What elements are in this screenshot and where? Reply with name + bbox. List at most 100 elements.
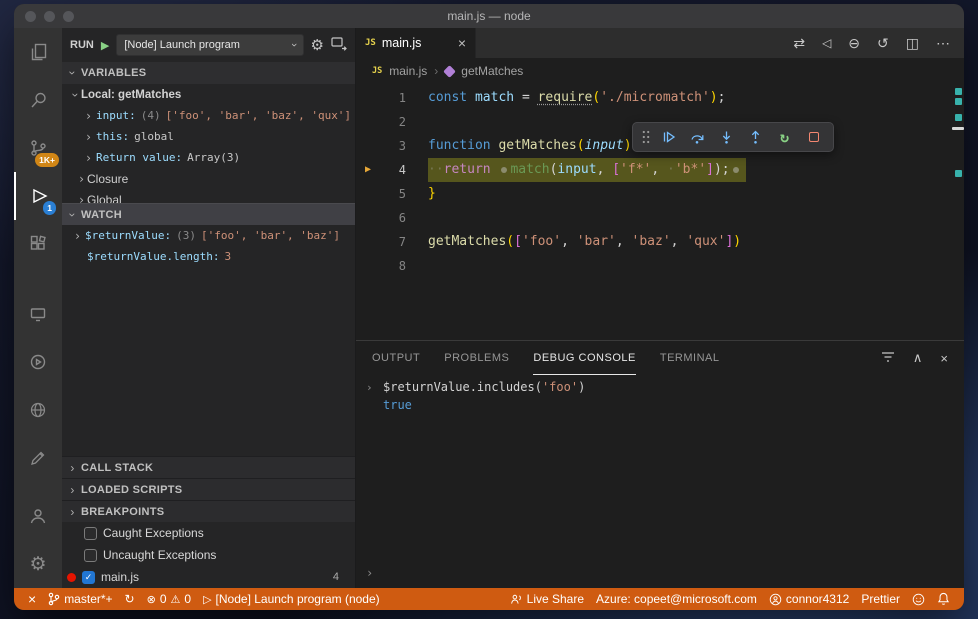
zoom-window-button[interactable] bbox=[63, 10, 74, 22]
minimize-window-button[interactable] bbox=[44, 10, 55, 22]
launch-config-select[interactable]: [Node] Launch program › bbox=[116, 34, 304, 56]
step-out-button[interactable] bbox=[741, 124, 770, 150]
close-tab-icon[interactable]: × bbox=[458, 36, 466, 50]
variable-row[interactable]: › Closure bbox=[62, 168, 355, 189]
gutter-glyph-margin[interactable]: ▶ bbox=[356, 158, 380, 182]
open-changes-icon[interactable]: ⇄ bbox=[793, 35, 805, 52]
code-line: 7 getMatches(['foo', 'bar', 'baz', 'qux'… bbox=[356, 230, 964, 254]
test-run-icon[interactable] bbox=[14, 338, 62, 386]
checkbox-checked[interactable]: ✓ bbox=[82, 570, 95, 584]
variable-row[interactable]: › this: global bbox=[62, 126, 355, 147]
step-into-button[interactable] bbox=[712, 124, 741, 150]
line-number: 1 bbox=[398, 91, 406, 105]
git-branch-status[interactable]: master*+ bbox=[42, 588, 118, 610]
navigate-back-icon[interactable]: ◁ bbox=[822, 36, 831, 50]
chevron-expanded-icon: › bbox=[65, 70, 80, 76]
breakpoint-row[interactable]: Caught Exceptions bbox=[62, 522, 355, 544]
checkbox-unchecked[interactable] bbox=[84, 526, 97, 540]
code-text[interactable]: ··return match(input, ['f*', ·'b*']); bbox=[406, 158, 746, 182]
overview-ruler[interactable] bbox=[952, 84, 964, 340]
debug-launch-status[interactable]: ▷ [Node] Launch program (node) bbox=[197, 588, 386, 610]
formatter-status[interactable]: Prettier bbox=[855, 588, 906, 610]
bottom-panel: OUTPUT PROBLEMS DEBUG CONSOLE TERMINAL ∧… bbox=[356, 340, 964, 588]
call-stack-section-header[interactable]: › CALL STACK bbox=[62, 456, 355, 478]
breadcrumb-symbol[interactable]: getMatches bbox=[461, 64, 523, 78]
ruler-cursor-mark bbox=[952, 127, 964, 130]
stop-button[interactable] bbox=[799, 124, 828, 150]
edit-pencil-icon[interactable] bbox=[14, 434, 62, 482]
inline-breakpoint-icon[interactable] bbox=[732, 167, 739, 173]
filter-icon[interactable] bbox=[881, 351, 895, 366]
run-and-debug-icon[interactable]: 1 bbox=[14, 172, 62, 220]
start-debug-button[interactable]: ▶ bbox=[101, 39, 109, 52]
tab-output[interactable]: OUTPUT bbox=[372, 341, 420, 375]
tab-problems[interactable]: PROBLEMS bbox=[444, 341, 509, 375]
debug-console-icon[interactable] bbox=[331, 36, 347, 55]
circle-arrow-icon[interactable]: ↺ bbox=[877, 35, 889, 52]
maximize-panel-icon[interactable]: ∧ bbox=[913, 350, 923, 366]
play-icon: ▷ bbox=[203, 593, 212, 606]
tab-main-js[interactable]: JS main.js × bbox=[356, 28, 476, 58]
debug-toolbar-grip[interactable] bbox=[638, 124, 654, 150]
ruler-mark bbox=[955, 88, 962, 95]
breadcrumb-file[interactable]: main.js bbox=[389, 64, 427, 78]
step-over-button[interactable] bbox=[683, 124, 712, 150]
extensions-icon[interactable] bbox=[14, 220, 62, 268]
tab-terminal[interactable]: TERMINAL bbox=[660, 341, 720, 375]
console-input[interactable]: › bbox=[356, 561, 964, 588]
console-entry[interactable]: › $returnValue.includes('foo') bbox=[356, 378, 964, 397]
scope-row[interactable]: › Local: getMatches bbox=[62, 84, 355, 105]
breakpoint-row[interactable]: ✓ main.js 4 bbox=[62, 566, 355, 588]
search-icon[interactable] bbox=[14, 76, 62, 124]
watch-row[interactable]: › $returnValue: (3) ['foo', 'bar', 'baz'… bbox=[62, 225, 355, 246]
debug-toolbar: ↻ bbox=[632, 122, 834, 152]
restart-button[interactable]: ↻ bbox=[770, 124, 799, 150]
breakpoints-section-header[interactable]: › BREAKPOINTS bbox=[62, 500, 355, 522]
more-actions-icon[interactable]: ⋯ bbox=[936, 35, 950, 52]
configure-gear-icon[interactable]: ⚙ bbox=[311, 36, 324, 54]
azure-account-status[interactable]: Azure: copeet@microsoft.com bbox=[590, 588, 763, 610]
watch-section-header[interactable]: › WATCH bbox=[62, 203, 355, 225]
chevron-collapsed-icon: › bbox=[70, 482, 75, 497]
run-label: RUN bbox=[70, 39, 94, 51]
remote-explorer-icon[interactable] bbox=[14, 290, 62, 338]
checkbox-unchecked[interactable] bbox=[84, 548, 97, 562]
breakpoint-row[interactable]: Uncaught Exceptions bbox=[62, 544, 355, 566]
circle-dash-icon[interactable]: ⊖ bbox=[848, 35, 860, 52]
variable-row[interactable]: › Return value: Array(3) bbox=[62, 147, 355, 168]
notifications-status[interactable] bbox=[931, 588, 956, 610]
remote-indicator[interactable]: × bbox=[22, 588, 42, 610]
explorer-icon[interactable] bbox=[14, 28, 62, 76]
globe-icon[interactable] bbox=[14, 386, 62, 434]
feedback-status[interactable] bbox=[906, 588, 931, 610]
watch-row[interactable]: $returnValue.length: 3 bbox=[62, 246, 355, 267]
inline-breakpoint-icon[interactable] bbox=[501, 167, 508, 173]
settings-gear-icon[interactable]: ⚙ bbox=[14, 540, 62, 588]
status-bar: × master*+ ↻ ⊗ 0 ⚠ 0 ▷ [Node] Launch pro… bbox=[14, 588, 964, 610]
code-text[interactable]: const match = require('./micromatch'); bbox=[406, 86, 725, 110]
close-panel-icon[interactable]: × bbox=[940, 351, 948, 366]
code-text[interactable]: function getMatches(input) { bbox=[406, 134, 647, 158]
code-editor[interactable]: ↻ 1 const match = require('./micromatch'… bbox=[356, 84, 964, 340]
code-line: 8 bbox=[356, 254, 964, 278]
problems-status[interactable]: ⊗ 0 ⚠ 0 bbox=[141, 588, 197, 610]
bell-icon bbox=[937, 592, 950, 605]
github-account-status[interactable]: connor4312 bbox=[763, 588, 855, 610]
tab-debug-console[interactable]: DEBUG CONSOLE bbox=[533, 341, 636, 375]
debug-console-content: › $returnValue.includes('foo') true › bbox=[356, 375, 964, 588]
breadcrumb-separator: › bbox=[434, 64, 439, 78]
branch-icon bbox=[48, 592, 60, 606]
source-control-icon[interactable]: 1K+ bbox=[14, 124, 62, 172]
close-window-button[interactable] bbox=[25, 10, 36, 22]
code-text[interactable]: } bbox=[406, 182, 436, 206]
variables-section-header[interactable]: › VARIABLES bbox=[62, 62, 355, 84]
continue-button[interactable] bbox=[654, 124, 683, 150]
code-text[interactable]: getMatches(['foo', 'bar', 'baz', 'qux']) bbox=[406, 230, 741, 254]
loaded-scripts-section-header[interactable]: › LOADED SCRIPTS bbox=[62, 478, 355, 500]
live-share-status[interactable]: Live Share bbox=[504, 588, 590, 610]
window-title: main.js — node bbox=[447, 9, 531, 23]
accounts-icon[interactable] bbox=[14, 492, 62, 540]
variable-row[interactable]: › input: (4) ['foo', 'bar', 'baz', 'qux'… bbox=[62, 105, 355, 126]
split-editor-icon[interactable]: ◫ bbox=[906, 35, 919, 52]
sync-status[interactable]: ↻ bbox=[119, 588, 141, 610]
